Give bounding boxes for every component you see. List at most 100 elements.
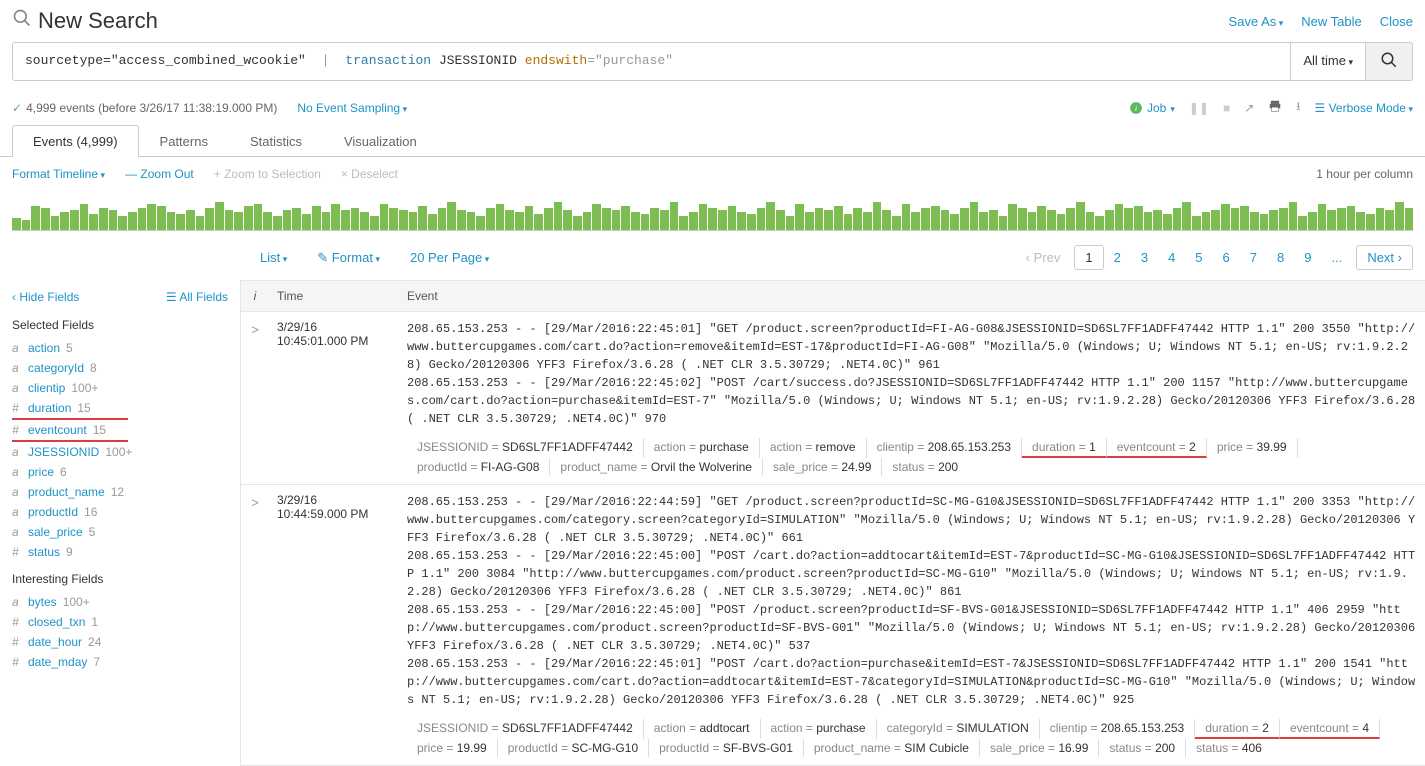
event-field[interactable]: clientip = 208.65.153.253 xyxy=(1040,719,1195,739)
timeline-bar[interactable] xyxy=(670,202,679,230)
timeline-bar[interactable] xyxy=(660,210,669,230)
timeline-bar[interactable] xyxy=(766,202,775,230)
event-field[interactable]: duration = 1 xyxy=(1022,438,1107,458)
timeline-bar[interactable] xyxy=(1376,208,1385,230)
run-search-button[interactable] xyxy=(1366,42,1413,81)
timeline-bar[interactable] xyxy=(283,210,292,230)
timeline-bar[interactable] xyxy=(205,208,214,230)
timeline-bar[interactable] xyxy=(1192,216,1201,230)
timeline-bar[interactable] xyxy=(409,212,418,230)
timeline-bar[interactable] xyxy=(602,208,611,230)
hide-fields-link[interactable]: ‹ Hide Fields xyxy=(12,290,79,304)
field-item-status[interactable]: #status9 xyxy=(12,542,228,562)
timeline-bar[interactable] xyxy=(128,212,137,230)
field-item-sale_price[interactable]: asale_price5 xyxy=(12,522,228,542)
timeline-bar[interactable] xyxy=(118,216,127,230)
timeline-bar[interactable] xyxy=(1405,208,1414,230)
event-sampling-dropdown[interactable]: No Event Sampling xyxy=(297,101,407,115)
timeline-bar[interactable] xyxy=(902,204,911,230)
timeline-bar[interactable] xyxy=(863,212,872,230)
timeline-bar[interactable] xyxy=(882,210,891,230)
timeline-bar[interactable] xyxy=(428,214,437,230)
timeline-bar[interactable] xyxy=(157,206,166,230)
timeline-bar[interactable] xyxy=(1018,208,1027,230)
tab-visualization[interactable]: Visualization xyxy=(323,125,438,157)
time-range-picker[interactable]: All time xyxy=(1291,42,1366,81)
timeline-bar[interactable] xyxy=(563,210,572,230)
stop-icon[interactable]: ■ xyxy=(1223,101,1230,115)
timeline-bar[interactable] xyxy=(292,208,301,230)
timeline-bar[interactable] xyxy=(1095,216,1104,230)
timeline-chart[interactable] xyxy=(12,191,1413,231)
timeline-bar[interactable] xyxy=(786,216,795,230)
timeline-bar[interactable] xyxy=(109,210,118,230)
event-field[interactable]: status = 200 xyxy=(1099,739,1186,757)
pause-icon[interactable]: ❚❚ xyxy=(1189,101,1209,115)
timeline-bar[interactable] xyxy=(757,208,766,230)
timeline-bar[interactable] xyxy=(370,216,379,230)
tab-events[interactable]: Events (4,999) xyxy=(12,125,139,157)
event-field[interactable]: action = remove xyxy=(760,438,867,458)
page-number[interactable]: 1 xyxy=(1074,245,1103,270)
timeline-bar[interactable] xyxy=(360,212,369,230)
event-field[interactable]: price = 19.99 xyxy=(407,739,498,757)
timeline-bar[interactable] xyxy=(1173,208,1182,230)
timeline-bar[interactable] xyxy=(80,204,89,230)
timeline-bar[interactable] xyxy=(525,206,534,230)
timeline-bar[interactable] xyxy=(921,208,930,230)
timeline-bar[interactable] xyxy=(631,212,640,230)
search-input[interactable]: sourcetype="access_combined_wcookie" | t… xyxy=(12,42,1291,81)
timeline-bar[interactable] xyxy=(679,216,688,230)
timeline-bar[interactable] xyxy=(351,208,360,230)
timeline-bar[interactable] xyxy=(554,202,563,230)
timeline-bar[interactable] xyxy=(322,212,331,230)
timeline-bar[interactable] xyxy=(1182,202,1191,230)
event-field[interactable]: action = addtocart xyxy=(644,719,761,739)
event-field[interactable]: sale_price = 24.99 xyxy=(763,458,882,476)
job-dropdown[interactable]: i Job xyxy=(1129,101,1175,115)
format-dropdown[interactable]: Format xyxy=(317,250,380,266)
timeline-bar[interactable] xyxy=(341,210,350,230)
timeline-bar[interactable] xyxy=(196,216,205,230)
timeline-bar[interactable] xyxy=(515,212,524,230)
timeline-bar[interactable] xyxy=(708,208,717,230)
timeline-bar[interactable] xyxy=(1385,210,1394,230)
timeline-bar[interactable] xyxy=(486,208,495,230)
timeline-bar[interactable] xyxy=(447,202,456,230)
timeline-bar[interactable] xyxy=(1298,216,1307,230)
timeline-bar[interactable] xyxy=(834,206,843,230)
timeline-bar[interactable] xyxy=(1037,206,1046,230)
timeline-bar[interactable] xyxy=(215,202,224,230)
event-field[interactable]: sale_price = 16.99 xyxy=(980,739,1099,757)
timeline-bar[interactable] xyxy=(89,214,98,230)
event-field[interactable]: JSESSIONID = SD6SL7FF1ADFF47442 xyxy=(407,719,644,739)
timeline-bar[interactable] xyxy=(1240,206,1249,230)
timeline-bar[interactable] xyxy=(167,212,176,230)
timeline-bar[interactable] xyxy=(22,220,31,230)
print-icon[interactable] xyxy=(1268,99,1282,116)
timeline-bar[interactable] xyxy=(573,216,582,230)
field-item-productId[interactable]: aproductId16 xyxy=(12,502,228,522)
timeline-bar[interactable] xyxy=(844,214,853,230)
col-header-time[interactable]: Time xyxy=(269,281,399,311)
event-field[interactable]: productId = FI-AG-G08 xyxy=(407,458,550,476)
timeline-bar[interactable] xyxy=(1308,212,1317,230)
timeline-bar[interactable] xyxy=(41,208,50,230)
timeline-bar[interactable] xyxy=(892,216,901,230)
next-page[interactable]: Next › xyxy=(1356,245,1413,270)
timeline-bar[interactable] xyxy=(911,212,920,230)
timeline-bar[interactable] xyxy=(1318,204,1327,230)
timeline-bar[interactable] xyxy=(457,210,466,230)
timeline-bar[interactable] xyxy=(273,216,282,230)
field-item-duration[interactable]: #duration15 xyxy=(12,398,128,420)
close-link[interactable]: Close xyxy=(1380,14,1413,29)
timeline-bar[interactable] xyxy=(621,206,630,230)
timeline-bar[interactable] xyxy=(1115,204,1124,230)
timeline-bar[interactable] xyxy=(699,204,708,230)
timeline-bar[interactable] xyxy=(505,210,514,230)
timeline-bar[interactable] xyxy=(931,206,940,230)
per-page-dropdown[interactable]: 20 Per Page xyxy=(410,250,489,265)
timeline-bar[interactable] xyxy=(467,212,476,230)
timeline-bar[interactable] xyxy=(1144,212,1153,230)
timeline-bar[interactable] xyxy=(950,214,959,230)
